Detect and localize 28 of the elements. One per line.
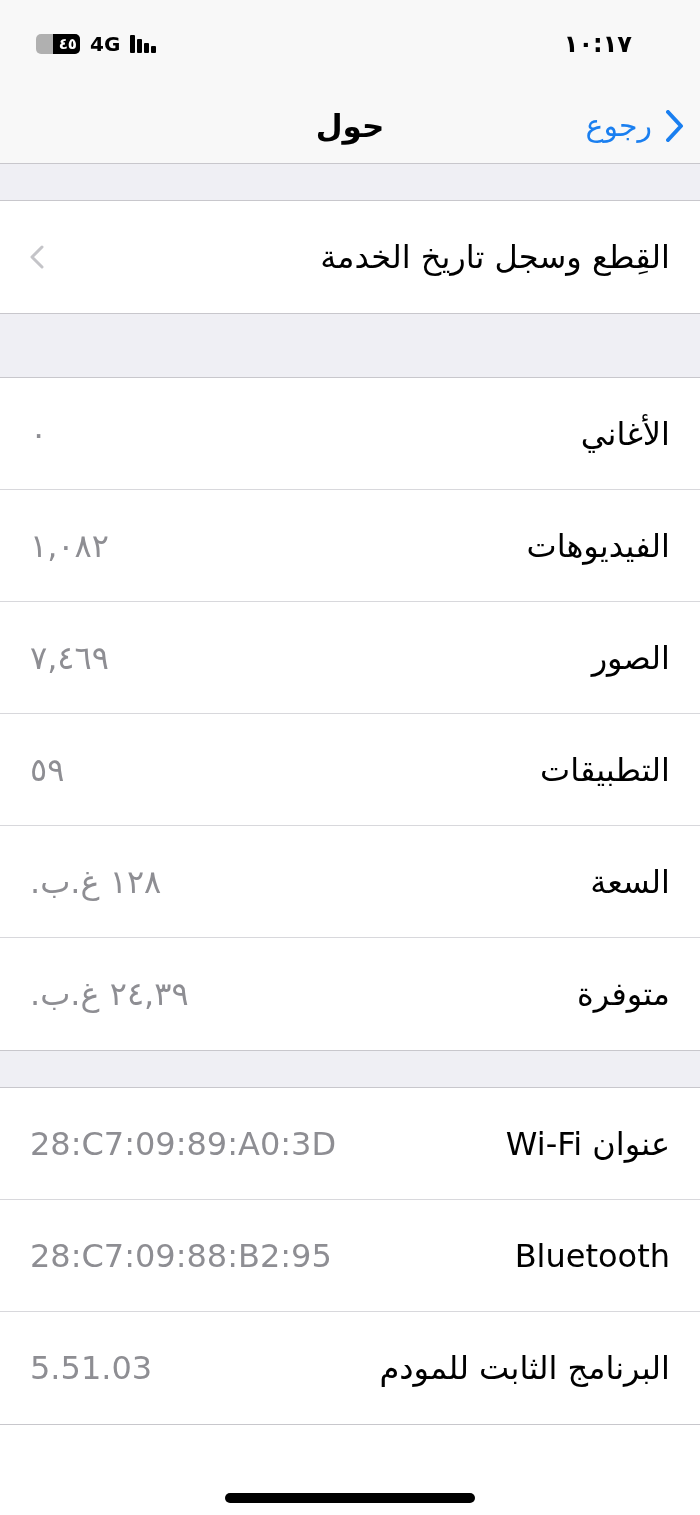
row-label: الفيديوهات [526,526,670,565]
row-label: Bluetooth [514,1236,670,1275]
row-value: ٧,٤٦٩ [30,638,109,677]
battery-percent: ٤٥ [58,36,77,52]
chevron-icon [30,245,44,269]
status-time: ١٠:١٧ [563,30,632,58]
page-title: حول [315,107,385,144]
row-label: البرنامج الثابت للمودم [379,1349,670,1387]
row-label: الصور [591,638,670,677]
row-label: السعة [590,862,670,901]
row-value: ١٢٨ غ.ب. [30,862,162,901]
row-value: ٢٤,٣٩ غ.ب. [30,975,189,1013]
settings-row[interactable]: القِطع وسجل تاريخ الخدمة [0,201,700,313]
row-value: 28:C7:09:89:A0:3D [30,1124,336,1163]
row-value: ١,٠٨٢ [30,526,109,565]
network-label: 4G [90,32,121,56]
row-label: التطبيقات [540,750,670,789]
row-label: متوفرة [576,975,670,1013]
back-button[interactable]: رجوع [585,108,684,143]
row-label: القِطع وسجل تاريخ الخدمة [320,238,670,276]
row-value: 28:C7:09:88:B2:95 [30,1236,332,1275]
chevron-icon [666,109,684,142]
row-label: الأغاني [580,414,670,453]
signal-icon [130,35,157,53]
row-value: ٥٩ [30,750,65,789]
row-label: عنوان Wi-Fi [505,1124,670,1163]
row-value: ٠ [30,414,48,453]
row-value: 5.51.03 [30,1349,153,1387]
